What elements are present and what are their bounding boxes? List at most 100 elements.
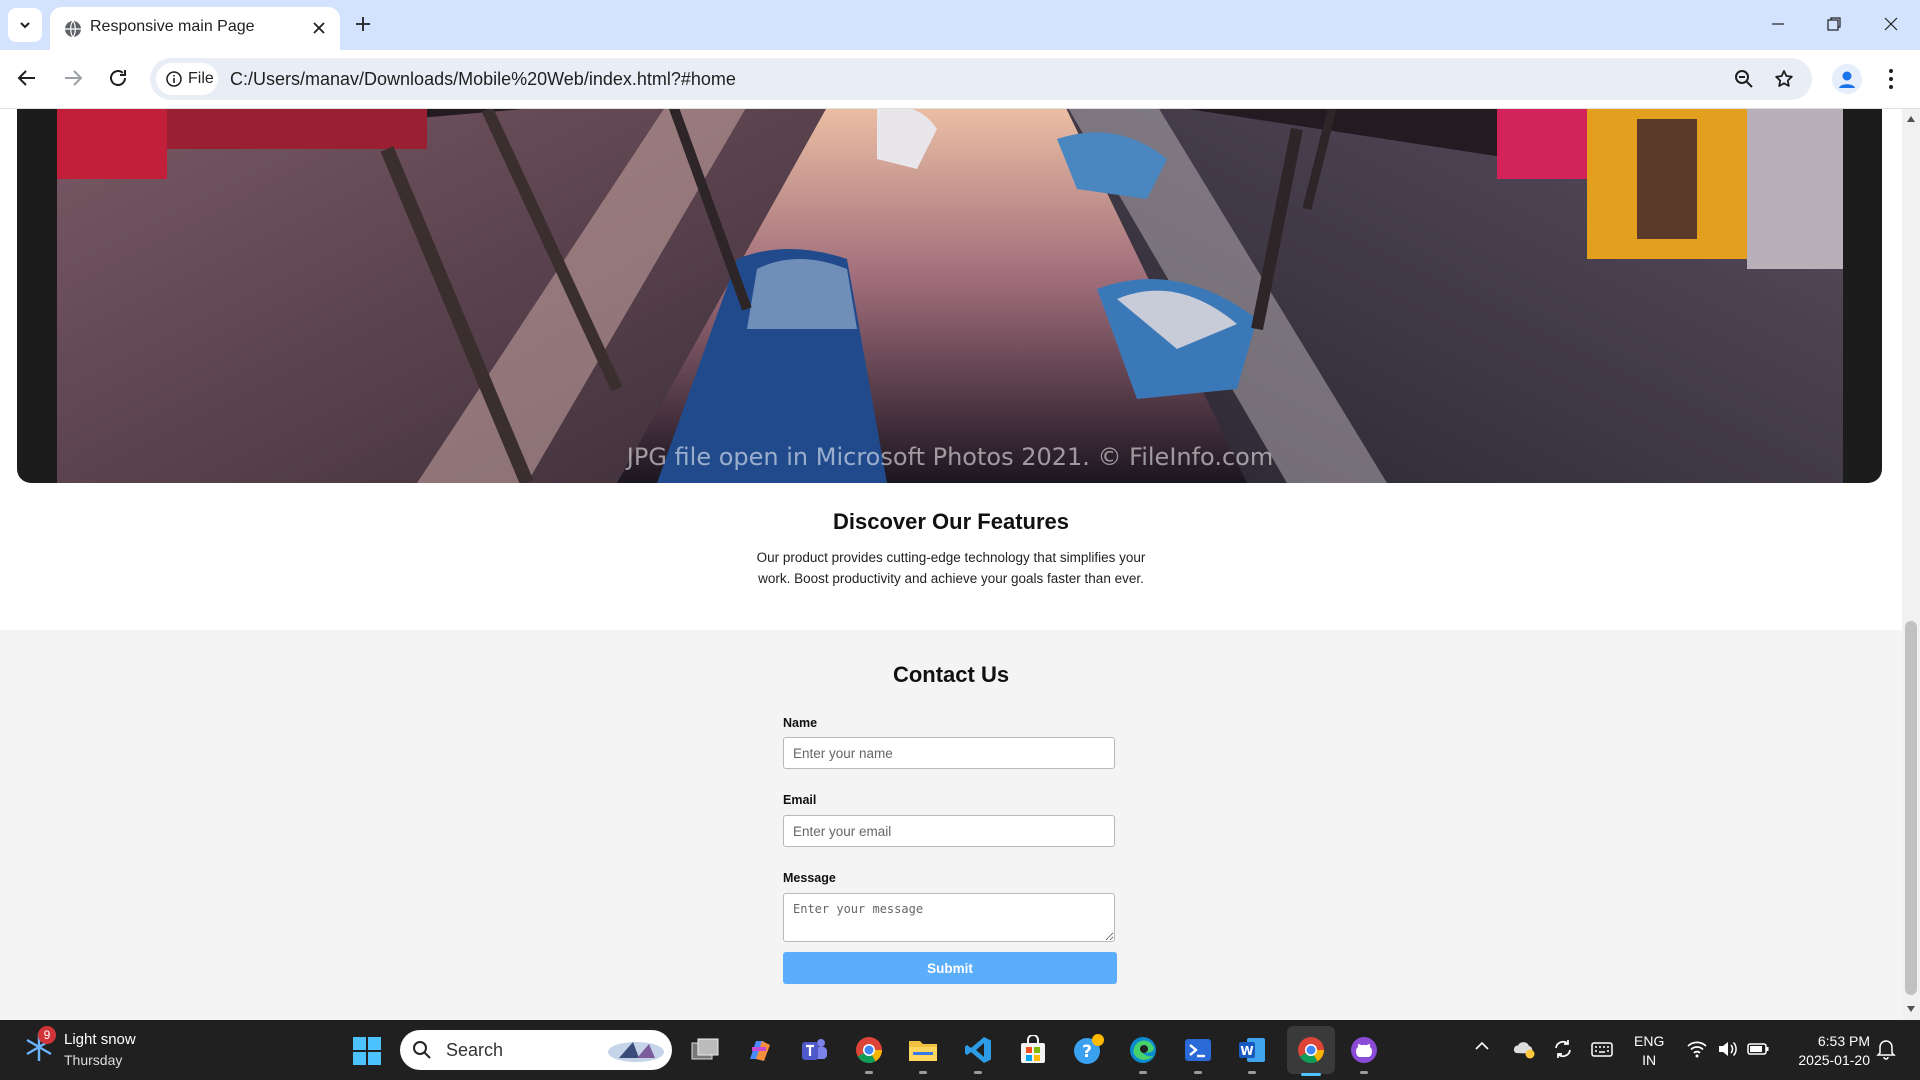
file-explorer-button[interactable] <box>905 1032 941 1074</box>
battery-icon[interactable] <box>1746 1038 1770 1060</box>
chrome-active-button[interactable] <box>1293 1032 1329 1068</box>
canal-photo <box>57 109 1843 483</box>
chrome-active-icon <box>1298 1037 1325 1064</box>
store-icon <box>1021 1035 1045 1063</box>
windows-start-icon[interactable] <box>352 1036 382 1066</box>
wifi-icon[interactable] <box>1686 1038 1708 1060</box>
sync-icon[interactable] <box>1552 1038 1574 1060</box>
task-view-button[interactable] <box>687 1032 723 1068</box>
contact-title: Contact Us <box>892 662 1010 687</box>
new-tab-icon[interactable] <box>354 15 372 33</box>
language-indicator[interactable]: ENG IN <box>1634 1032 1664 1070</box>
region-code: IN <box>1642 1052 1657 1068</box>
tab-search-button[interactable] <box>8 8 42 42</box>
name-label: Name <box>783 716 818 730</box>
edge-button[interactable] <box>1125 1032 1161 1074</box>
clock-date: 2025-01-20 <box>1798 1052 1870 1068</box>
scroll-up-arrow-icon[interactable] <box>1906 115 1916 123</box>
language-code: ENG <box>1634 1033 1665 1049</box>
chrome-button[interactable] <box>851 1032 887 1074</box>
forward-icon[interactable] <box>62 67 84 89</box>
reload-icon[interactable] <box>107 67 129 89</box>
address-bar[interactable]: File C:/Users/manav/Downloads/Mobile%20W… <box>150 58 1812 100</box>
github-desktop-icon <box>1351 1037 1377 1063</box>
svg-text:?: ? <box>1082 1042 1092 1062</box>
notification-bell-icon[interactable] <box>1876 1038 1896 1060</box>
close-tab-icon[interactable] <box>312 21 326 35</box>
weather-alert-badge: 9 <box>38 1026 56 1044</box>
site-info-chip[interactable]: File <box>156 63 218 95</box>
page-viewport: JPG file open in Microsoft Photos 2021. … <box>0 109 1902 1020</box>
running-indicator <box>865 1071 873 1074</box>
svg-text:W: W <box>1240 1044 1253 1058</box>
search-highlight-icon <box>608 1042 664 1062</box>
copilot-button[interactable] <box>741 1032 777 1068</box>
running-indicator <box>974 1071 982 1074</box>
copilot-icon <box>750 1041 770 1061</box>
task-view-icon <box>691 1038 719 1060</box>
scrollbar-thumb[interactable] <box>1905 621 1917 995</box>
person-icon <box>1839 71 1855 88</box>
onedrive-icon[interactable] <box>1512 1038 1536 1060</box>
image-watermark: JPG file open in Microsoft Photos 2021. … <box>626 443 1274 471</box>
minimize-icon[interactable] <box>1770 16 1786 32</box>
windows-taskbar: 9 Light snow Thursday Search ? W ENG IN … <box>0 1020 1920 1080</box>
word-icon: W <box>1239 1038 1265 1062</box>
github-desktop-button[interactable] <box>1346 1032 1382 1074</box>
submit-button[interactable]: Submit <box>783 952 1117 984</box>
restore-icon[interactable] <box>1826 16 1842 32</box>
features-description: Our product provides cutting-edge techno… <box>756 550 1146 586</box>
running-indicator <box>1248 1071 1256 1074</box>
chevron-down-icon <box>20 22 30 29</box>
tab-title: Responsive main Page <box>90 18 255 35</box>
message-label: Message <box>783 871 836 885</box>
volume-icon[interactable] <box>1716 1038 1738 1060</box>
store-button[interactable] <box>1015 1032 1051 1068</box>
site-chip-label: File <box>188 70 214 87</box>
teams-button[interactable] <box>796 1032 832 1068</box>
terminal-icon <box>1185 1039 1211 1061</box>
file-explorer-icon <box>909 1041 937 1061</box>
weather-condition: Light snow <box>64 1031 136 1048</box>
active-tab[interactable]: Responsive main Page <box>50 7 340 50</box>
back-icon[interactable] <box>16 67 38 89</box>
edge-icon <box>1130 1037 1156 1063</box>
name-input[interactable] <box>783 737 1115 769</box>
chevron-up-icon[interactable] <box>1474 1038 1490 1054</box>
running-indicator <box>1360 1071 1368 1074</box>
teams-icon <box>802 1039 827 1060</box>
clock-time: 6:53 PM <box>1817 1033 1870 1049</box>
word-button[interactable]: W <box>1234 1032 1270 1074</box>
url-text[interactable]: C:/Users/manav/Downloads/Mobile%20Web/in… <box>230 69 736 90</box>
vscode-button[interactable] <box>960 1032 996 1074</box>
contact-section: Contact Us Name Email Message Submit <box>0 630 1902 1020</box>
running-indicator <box>1139 1071 1147 1074</box>
email-label: Email <box>783 793 817 807</box>
chrome-icon <box>856 1037 883 1064</box>
get-help-button[interactable]: ? <box>1070 1032 1106 1068</box>
message-textarea[interactable] <box>783 893 1115 942</box>
weather-day: Thursday <box>64 1052 123 1068</box>
scroll-down-arrow-icon[interactable] <box>1906 1005 1916 1013</box>
bookmark-star-icon[interactable] <box>1774 69 1794 89</box>
tab-strip: Responsive main Page <box>0 0 1920 50</box>
search-icon <box>413 1041 431 1059</box>
info-icon <box>166 71 182 87</box>
system-clock[interactable]: 6:53 PM 2025-01-20 <box>1786 1032 1870 1070</box>
profile-avatar[interactable] <box>1832 64 1862 94</box>
features-section: Discover Our Features Our product provid… <box>0 509 1902 589</box>
active-indicator <box>1301 1073 1321 1076</box>
email-input[interactable] <box>783 815 1115 847</box>
hero-section: JPG file open in Microsoft Photos 2021. … <box>17 109 1882 483</box>
features-title: Discover Our Features <box>833 509 1069 534</box>
running-indicator <box>1194 1071 1202 1074</box>
kebab-menu-icon[interactable] <box>1888 68 1894 90</box>
page-scrollbar[interactable] <box>1902 109 1920 1020</box>
taskbar-search[interactable]: Search <box>400 1030 672 1070</box>
vscode-icon <box>965 1037 991 1063</box>
close-window-icon[interactable] <box>1883 16 1899 32</box>
terminal-button[interactable] <box>1180 1032 1216 1074</box>
zoom-icon[interactable] <box>1734 69 1754 89</box>
globe-icon <box>65 20 81 38</box>
keyboard-icon[interactable] <box>1590 1038 1614 1060</box>
